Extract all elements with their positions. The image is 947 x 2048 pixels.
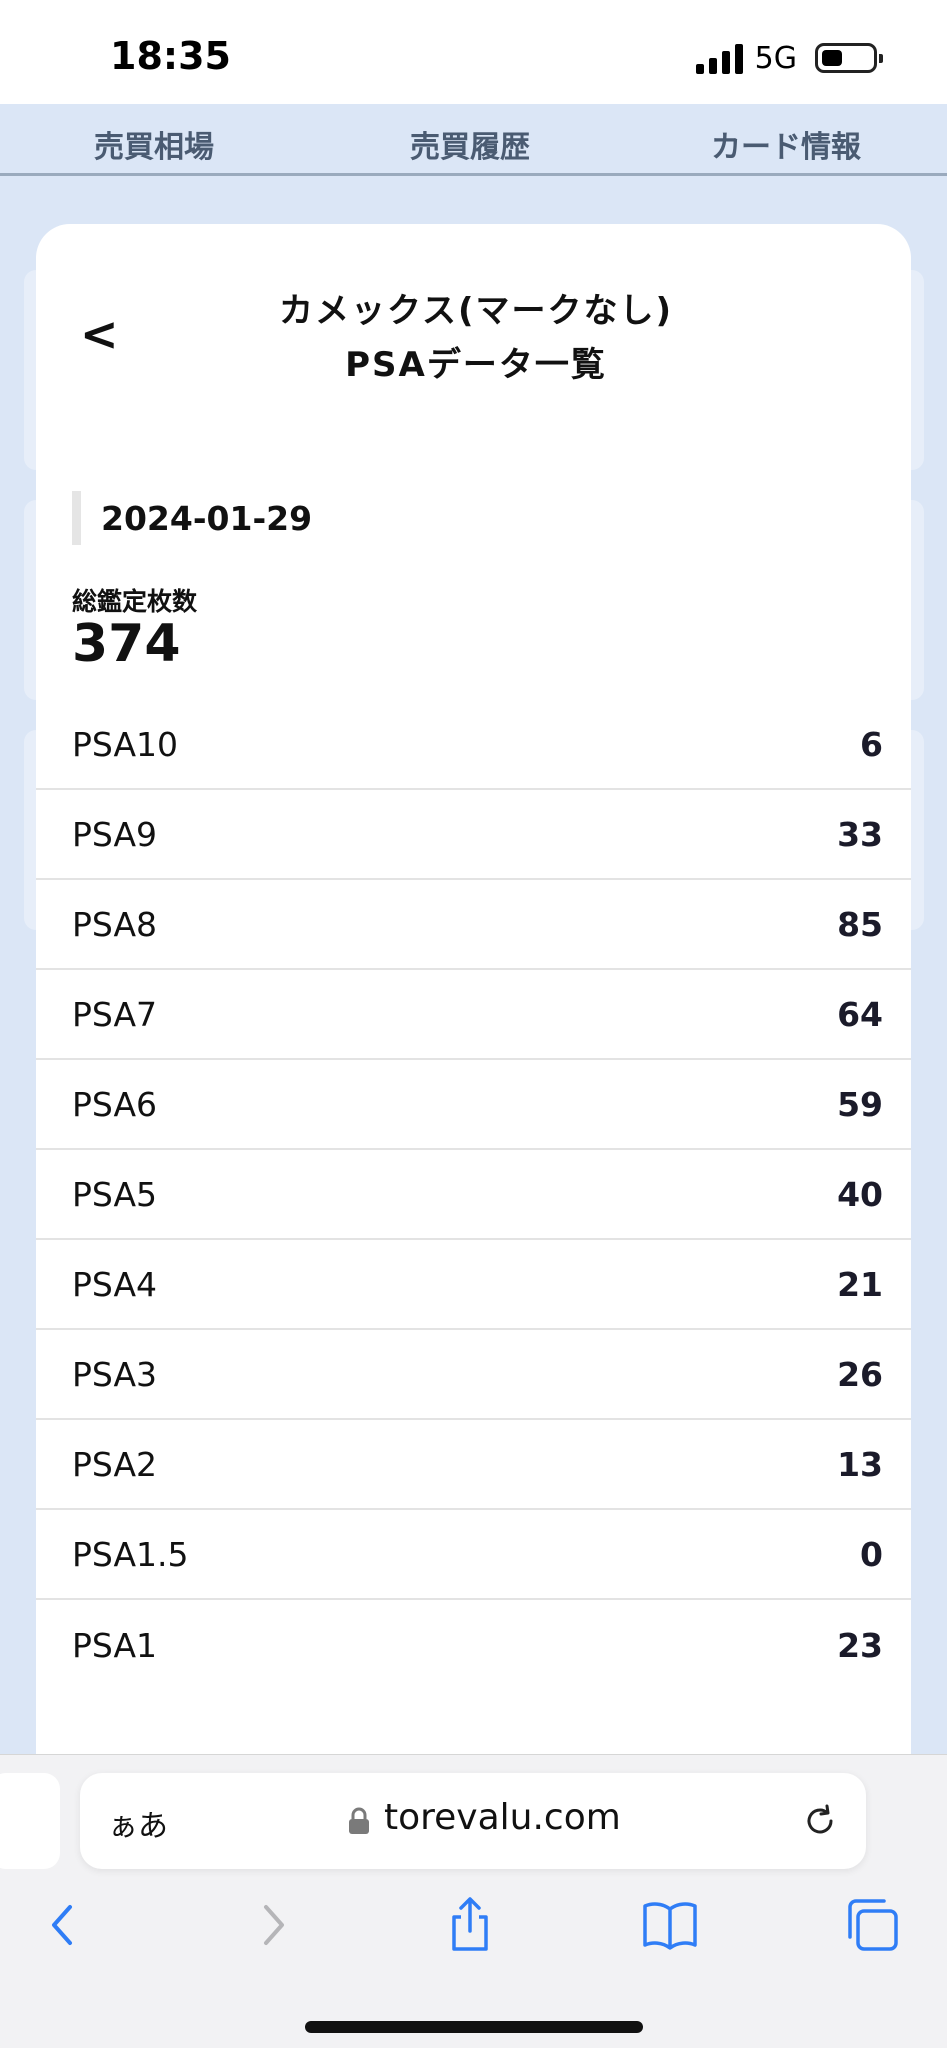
total-graded-value: 374 xyxy=(72,614,181,674)
grade-row: PSA1 23 xyxy=(36,1600,911,1690)
grade-name: PSA8 xyxy=(72,904,158,944)
grade-count: 40 xyxy=(837,1174,883,1214)
reload-icon[interactable] xyxy=(800,1801,840,1841)
grade-count: 13 xyxy=(837,1444,883,1484)
grade-row: PSA9 33 xyxy=(36,790,911,880)
status-time: 18:35 xyxy=(110,34,231,78)
grade-name: PSA2 xyxy=(72,1444,158,1484)
tab-trade-history[interactable]: 売買履歴 xyxy=(410,122,530,166)
grade-row: PSA2 13 xyxy=(36,1420,911,1510)
grade-name: PSA5 xyxy=(72,1174,158,1214)
grade-name: PSA10 xyxy=(72,724,179,764)
grade-count: 21 xyxy=(837,1264,883,1304)
grade-row: PSA8 85 xyxy=(36,880,911,970)
grade-name: PSA1.5 xyxy=(72,1534,189,1574)
bookmarks-icon[interactable] xyxy=(640,1895,700,1955)
tab-card-info[interactable]: カード情報 xyxy=(711,122,861,166)
grade-name: PSA7 xyxy=(72,994,158,1034)
grade-count: 0 xyxy=(860,1534,883,1574)
home-indicator xyxy=(305,2021,643,2033)
back-arrow-icon[interactable] xyxy=(34,1895,94,1955)
grade-row: PSA5 40 xyxy=(36,1150,911,1240)
tab-bar: 売買相場 売買履歴 カード情報 xyxy=(0,104,947,176)
grade-row: PSA7 64 xyxy=(36,970,911,1060)
grade-row: PSA4 21 xyxy=(36,1240,911,1330)
tabs-icon[interactable] xyxy=(842,1895,902,1955)
signal-icon xyxy=(695,42,743,74)
forward-arrow-icon[interactable] xyxy=(242,1895,302,1955)
grade-name: PSA1 xyxy=(72,1625,158,1665)
date-text: 2024-01-29 xyxy=(101,498,313,538)
grade-list: PSA10 6 PSA9 33 PSA8 85 PSA7 64 PSA6 59 … xyxy=(36,700,911,1690)
grade-row: PSA10 6 xyxy=(36,700,911,790)
browser-nav-row xyxy=(0,1895,947,1965)
share-icon[interactable] xyxy=(440,1895,500,1955)
grade-name: PSA6 xyxy=(72,1084,158,1124)
grade-row: PSA6 59 xyxy=(36,1060,911,1150)
grade-count: 33 xyxy=(837,814,883,854)
modal-title-card-name: カメックス(マークなし) xyxy=(278,291,674,331)
modal-title-subtitle: PSAデータ一覧 xyxy=(345,345,607,385)
lock-icon xyxy=(349,1807,369,1834)
status-bar: 18:35 5G xyxy=(0,0,947,104)
back-button[interactable]: < xyxy=(80,304,140,364)
url-text: torevalu.com xyxy=(384,1797,621,1838)
grade-name: PSA4 xyxy=(72,1264,158,1304)
total-graded-label: 総鑑定枚数 xyxy=(72,587,198,616)
grade-count: 64 xyxy=(837,994,883,1034)
grade-row: PSA3 26 xyxy=(36,1330,911,1420)
psa-data-modal: < カメックス(マークなし) PSAデータ一覧 2024-01-29 総鑑定枚数… xyxy=(36,224,911,1754)
grade-count: 6 xyxy=(860,724,883,764)
date-heading: 2024-01-29 xyxy=(72,490,312,546)
modal-title: カメックス(マークなし) PSAデータ一覧 xyxy=(156,284,796,392)
grade-count: 23 xyxy=(837,1625,883,1665)
page-settings-button[interactable]: ぁあ xyxy=(108,1801,168,1845)
address-bar[interactable]: ぁあ torevalu.com xyxy=(80,1773,866,1869)
grade-count: 26 xyxy=(837,1354,883,1394)
browser-toolbar: ぁあ torevalu.com xyxy=(0,1754,947,2048)
grade-count: 85 xyxy=(837,904,883,944)
previous-tab-preview[interactable] xyxy=(0,1773,60,1869)
tab-market-price[interactable]: 売買相場 xyxy=(94,122,214,166)
date-accent-bar xyxy=(72,491,81,545)
grade-row: PSA1.5 0 xyxy=(36,1510,911,1600)
battery-icon xyxy=(815,43,883,73)
grade-count: 59 xyxy=(837,1084,883,1124)
grade-name: PSA3 xyxy=(72,1354,158,1394)
grade-name: PSA9 xyxy=(72,814,158,854)
network-label: 5G xyxy=(754,40,797,76)
status-indicators: 5G xyxy=(695,38,883,78)
